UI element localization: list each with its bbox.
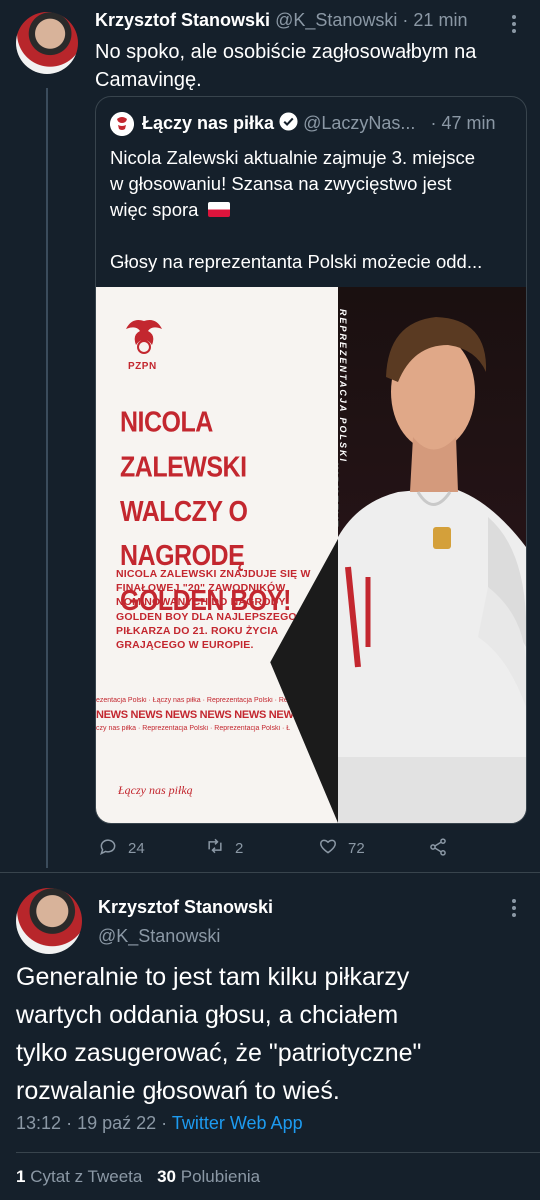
main-author-name[interactable]: Krzysztof Stanowski <box>98 897 273 918</box>
tweet-time[interactable]: 13:12 <box>16 1113 61 1133</box>
reply-text-line: No spoko, ale osobiście zagłosowałbym na <box>95 41 477 63</box>
main-text-line: tylko zasugerować, że "patriotyczne" <box>16 1039 422 1067</box>
quoted-time: 47 min <box>441 113 496 133</box>
quoted-text: Nicola Zalewski aktualnie zajmuje 3. mie… <box>110 145 520 275</box>
quoted-avatar[interactable] <box>110 112 134 136</box>
quoted-header: Łączy nas piłka @LaczyNas... · 47 min <box>142 112 517 136</box>
author-name[interactable]: Krzysztof Stanowski <box>95 10 270 30</box>
quoted-author-name[interactable]: Łączy nas piłka <box>142 113 274 133</box>
separator-dot: · <box>402 10 409 30</box>
promo-body-line: NICOLA ZALEWSKI ZNAJDUJE SIĘ W <box>116 568 311 580</box>
reply-text-line: Camavingę. <box>95 69 202 91</box>
more-options-icon[interactable] <box>504 896 524 920</box>
like-button[interactable]: 72 <box>318 836 365 861</box>
side-text: REPREZENTACJA POLSKI <box>338 309 348 464</box>
tweet-metadata: 13:12 · 19 paź 22 · Twitter Web App <box>16 1113 303 1134</box>
heart-icon <box>318 836 338 861</box>
headline-line: WALCZY O NAGRODĘ <box>120 495 248 573</box>
headline-line: NICOLA ZALEWSKI <box>120 406 247 483</box>
like-count: 72 <box>348 840 365 857</box>
reply-button[interactable]: 24 <box>98 836 145 861</box>
divider <box>0 872 540 873</box>
main-author-handle[interactable]: @K_Stanowski <box>98 926 220 947</box>
more-options-icon[interactable] <box>504 12 524 36</box>
promo-body-line: NOMINOWANYCH DO NAGRODY <box>116 596 286 609</box>
ticker-news: NEWS NEWS NEWS NEWS NEWS NEWS NEWS NEWS … <box>96 709 338 721</box>
author-handle[interactable]: @K_Stanowski <box>275 10 397 30</box>
quoted-text-line: w głosowaniu! Szansa na zwycięstwo jest <box>110 173 452 194</box>
promo-body: NICOLA ZALEWSKI ZNAJDUJE SIĘ W FINAŁOWEJ… <box>116 567 331 652</box>
quoted-text-fragment: więc spora <box>110 199 199 220</box>
retweet-button[interactable]: 2 <box>205 836 243 861</box>
tweet-source-link[interactable]: Twitter Web App <box>172 1113 303 1133</box>
likes-link[interactable]: 30 Polubienia <box>157 1167 260 1186</box>
promo-left-panel: PZPN NICOLA ZALEWSKI WALCZY O NAGRODĘ GO… <box>96 287 338 823</box>
promo-body-line: GOLDEN BOY DLA NAJLEPSZEGO <box>116 610 297 623</box>
tweet-date[interactable]: 19 paź 22 <box>77 1113 156 1133</box>
engagement-stats: 1 Cytat z Tweeta 30 Polubienia <box>16 1167 260 1187</box>
main-text-line: Generalnie to jest tam kilku piłkarzy <box>16 963 410 991</box>
quoted-text-line: Głosy na reprezentanta Polski możecie od… <box>110 251 483 272</box>
quoted-tweet-card[interactable]: Łączy nas piłka @LaczyNas... · 47 min Ni… <box>95 96 527 824</box>
likes-label: Polubienia <box>180 1167 261 1186</box>
main-text-line: wartych oddania głosu, a chciałem <box>16 1001 399 1029</box>
poland-flag-icon <box>207 202 230 217</box>
retweet-count: 2 <box>235 840 244 857</box>
pzpn-logo-icon <box>110 112 134 136</box>
quoted-author-handle[interactable]: @LaczyNas... <box>303 113 415 133</box>
avatar[interactable] <box>16 12 78 74</box>
pzpn-label: PZPN <box>128 361 157 372</box>
avatar[interactable] <box>16 888 82 954</box>
main-tweet-text: Generalnie to jest tam kilku piłkarzy wa… <box>16 958 531 1110</box>
reply-count: 24 <box>128 840 145 857</box>
promo-body-line: PIŁKARZA DO 21. ROKU ŻYCIA <box>116 624 279 637</box>
separator-dot: · <box>66 1113 73 1133</box>
quotes-count: 1 <box>16 1167 26 1186</box>
player-illustration <box>338 317 526 823</box>
promo-body-line: GRAJĄCEGO W EUROPIE. <box>116 638 254 651</box>
promo-signature: Łączy nas piłką <box>118 783 193 797</box>
separator-dot: · <box>430 113 437 133</box>
share-icon[interactable] <box>428 837 448 862</box>
quotes-label: Cytat z Tweeta <box>30 1167 143 1186</box>
ticker-bottom: czy nas piłka · Reprezentacja Polski · R… <box>96 725 291 732</box>
reply-text: No spoko, ale osobiście zagłosowałbym na… <box>95 38 525 94</box>
retweet-icon <box>205 836 225 861</box>
quote-tweets-link[interactable]: 1 Cytat z Tweeta <box>16 1167 147 1186</box>
tweet-time[interactable]: 21 min <box>413 10 467 30</box>
reply-icon <box>98 836 118 861</box>
quoted-text-line: więc spora <box>110 197 520 223</box>
quoted-text-line: Nicola Zalewski aktualnie zajmuje 3. mie… <box>110 147 476 168</box>
pzpn-eagle-icon <box>126 320 162 354</box>
likes-count: 30 <box>157 1167 176 1186</box>
thread-line <box>46 88 48 868</box>
divider <box>16 1152 540 1153</box>
verified-badge-icon <box>279 112 298 136</box>
reply-header: Krzysztof Stanowski @K_Stanowski · 21 mi… <box>95 10 515 31</box>
ticker-top: ezentacja Polski · Łączy nas piłka · Rep… <box>96 697 295 704</box>
main-text-line: rozwalanie głosowań to wieś. <box>16 1077 340 1105</box>
separator-dot: · <box>161 1113 168 1133</box>
player-photo-area: ZALEWSKI REPREZENTACJA POLSKI <box>330 287 526 823</box>
promo-image[interactable]: ZALEWSKI REPREZENTACJA POLSKI PZPN NICOL… <box>96 287 526 823</box>
promo-body-line: FINAŁOWEJ "20" ZAWODNIKÓW <box>116 582 286 595</box>
